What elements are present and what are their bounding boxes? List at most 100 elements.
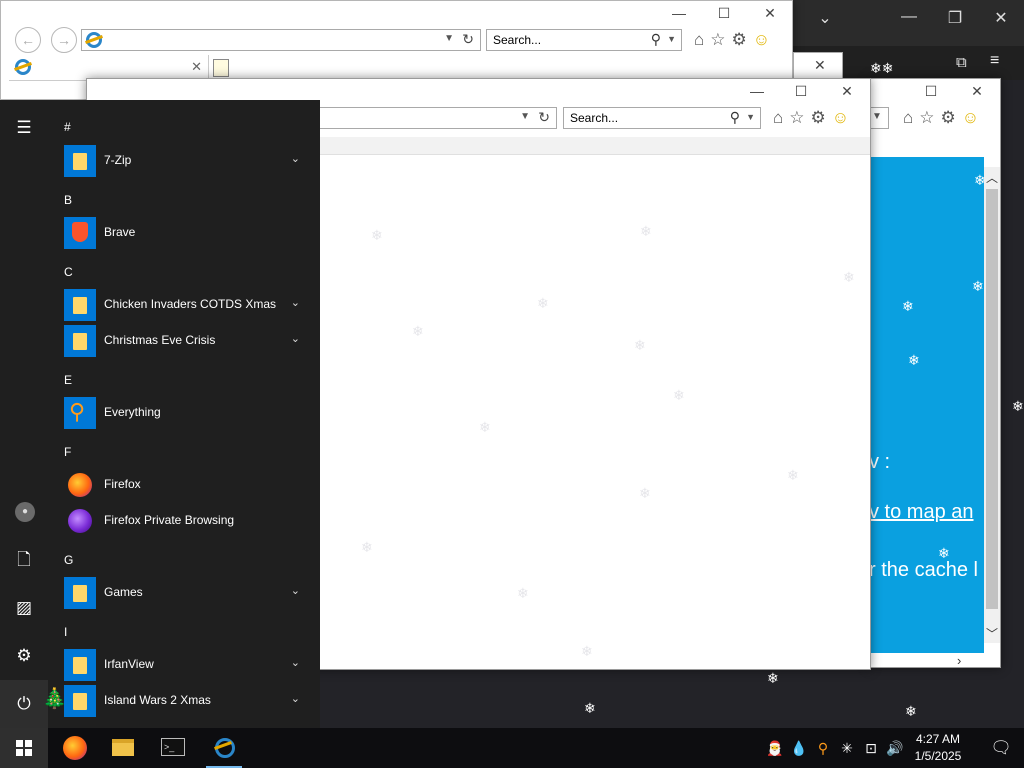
new-tab-button[interactable] — [213, 59, 229, 77]
tray-app-icon[interactable]: 🎅 — [764, 728, 786, 768]
firefox-icon — [63, 736, 87, 760]
app-item-chicken-invaders[interactable]: Chicken Invaders COTDS Xmas ⌄ — [62, 287, 310, 323]
page-link[interactable]: v to map an — [869, 501, 974, 524]
back-button[interactable]: ← — [15, 27, 41, 53]
group-header[interactable]: I — [64, 625, 67, 639]
maximize-button[interactable]: ☐ — [712, 5, 736, 22]
app-item-brave[interactable]: Brave — [62, 215, 310, 251]
minimize-button[interactable]: — — [894, 8, 924, 26]
chevron-down-icon[interactable]: ⌄ — [291, 584, 300, 597]
address-bar[interactable]: ▼ ↻ — [81, 29, 481, 51]
app-item-christmas-eve-crisis[interactable]: Christmas Eve Crisis ⌄ — [62, 323, 310, 359]
vertical-scrollbar[interactable]: ︿ ﹀ — [984, 167, 1000, 643]
taskbar-file-explorer[interactable] — [100, 728, 148, 768]
taskbar-internet-explorer[interactable] — [200, 728, 248, 768]
hamburger-icon[interactable]: ≡ — [990, 52, 999, 70]
internet-explorer-icon — [86, 32, 102, 48]
favorites-star-icon[interactable]: ☆ — [789, 108, 804, 128]
refresh-icon[interactable]: ↻ — [462, 31, 474, 48]
app-item-games[interactable]: Games ⌄ — [62, 575, 310, 611]
group-header[interactable]: C — [64, 265, 73, 279]
chevron-down-icon[interactable]: ⌄ — [291, 656, 300, 669]
user-account-button[interactable]: ● — [0, 488, 48, 536]
background-window-strip: ✕ — [793, 52, 843, 80]
app-item-island-wars[interactable]: Island Wars 2 Xmas ⌄ — [62, 683, 310, 719]
settings-button[interactable]: ⚙ — [0, 632, 48, 680]
forward-button[interactable]: → — [51, 27, 77, 53]
power-button[interactable]: ⏻ — [0, 680, 48, 728]
group-header[interactable]: G — [64, 553, 73, 567]
close-tab-icon[interactable]: ✕ — [191, 59, 202, 75]
action-center-icon[interactable]: 🗨 — [978, 728, 1024, 768]
maximize-button[interactable]: ❐ — [940, 8, 970, 28]
power-icon: ⏻ — [17, 694, 31, 713]
search-box[interactable]: Search... ⚲ ▼ — [563, 107, 761, 129]
chevron-down-icon[interactable]: ⌄ — [810, 8, 840, 28]
feedback-smiley-icon[interactable]: ☺ — [753, 30, 770, 50]
refresh-icon[interactable]: ↻ — [538, 109, 550, 126]
chevron-down-icon[interactable]: ▼ — [872, 111, 882, 122]
close-button[interactable]: ✕ — [986, 8, 1016, 28]
app-item-irfanview[interactable]: IrfanView ⌄ — [62, 647, 310, 683]
scroll-up-icon[interactable]: ︿ — [984, 169, 1000, 186]
clock[interactable]: 4:27 AM 1/5/2025 — [906, 731, 970, 765]
settings-gear-icon[interactable]: ⚙ — [941, 108, 956, 128]
tray-droplet-icon[interactable]: 💧 — [788, 728, 810, 768]
feedback-smiley-icon[interactable]: ☺ — [832, 108, 849, 128]
minimize-button[interactable]: — — [667, 5, 691, 21]
taskbar-firefox[interactable] — [50, 728, 98, 768]
start-button[interactable] — [0, 728, 48, 768]
home-icon[interactable]: ⌂ — [773, 108, 783, 128]
address-bar[interactable]: ▼ ↻ — [287, 107, 557, 129]
group-header[interactable]: B — [64, 193, 72, 207]
app-item-firefox-private[interactable]: Firefox Private Browsing — [62, 503, 310, 539]
maximize-button[interactable]: ☐ — [789, 83, 813, 100]
everything-search-icon[interactable]: ⚲ — [812, 728, 834, 768]
volume-icon[interactable]: 🔊 — [884, 728, 906, 768]
chevron-down-icon[interactable]: ⌄ — [291, 296, 300, 309]
chevron-down-icon[interactable]: ▼ — [667, 34, 676, 44]
app-item-firefox[interactable]: Firefox — [62, 467, 310, 503]
group-header[interactable]: E — [64, 373, 72, 387]
chevron-down-icon[interactable]: ▼ — [444, 33, 454, 44]
app-item-7zip[interactable]: 7-Zip ⌄ — [62, 143, 310, 179]
minimize-button[interactable]: — — [745, 83, 769, 99]
network-icon[interactable]: ⊡ — [860, 728, 882, 768]
documents-button[interactable]: 🗋 — [0, 536, 48, 584]
home-icon[interactable]: ⌂ — [694, 30, 704, 50]
close-button[interactable]: ✕ — [814, 57, 826, 74]
maximize-button[interactable]: ☐ — [919, 83, 943, 100]
expand-menu-button[interactable]: ☰ — [0, 104, 48, 152]
chevron-down-icon[interactable]: ⌄ — [291, 692, 300, 705]
pictures-button[interactable]: ▨ — [0, 584, 48, 632]
settings-gear-icon[interactable]: ⚙ — [732, 30, 747, 50]
group-header[interactable]: F — [64, 445, 71, 459]
close-button[interactable]: ✕ — [835, 83, 859, 100]
app-item-everything[interactable]: ⚲ Everything — [62, 395, 310, 431]
favorites-star-icon[interactable]: ☆ — [710, 30, 725, 50]
search-icon[interactable]: ⚲ — [651, 31, 661, 48]
search-icon[interactable]: ⚲ — [730, 109, 740, 126]
user-avatar-icon: ● — [15, 502, 35, 522]
chevron-down-icon[interactable]: ▼ — [746, 112, 755, 122]
snowflake-icon: ❄ — [371, 227, 383, 243]
group-header[interactable]: # — [64, 120, 71, 134]
chevron-down-icon[interactable]: ▼ — [520, 111, 530, 122]
scroll-down-icon[interactable]: ﹀ — [984, 625, 1000, 642]
favorites-star-icon[interactable]: ☆ — [919, 108, 934, 128]
search-box[interactable]: Search... ⚲ ▼ — [486, 29, 682, 51]
scroll-thumb[interactable] — [986, 189, 998, 609]
close-button[interactable]: ✕ — [965, 83, 989, 100]
internet-explorer-icon — [215, 738, 235, 758]
scroll-right-icon[interactable]: › — [957, 653, 961, 667]
address-bar[interactable]: ▼ — [869, 107, 889, 129]
tray-snowflake-icon[interactable]: ✳ — [836, 728, 858, 768]
home-icon[interactable]: ⌂ — [903, 108, 913, 128]
chevron-down-icon[interactable]: ⌄ — [291, 152, 300, 165]
taskbar-command-prompt[interactable]: >_ — [150, 728, 198, 768]
puzzle-icon[interactable]: ⧉ — [956, 54, 967, 71]
feedback-smiley-icon[interactable]: ☺ — [962, 108, 979, 128]
chevron-down-icon[interactable]: ⌄ — [291, 332, 300, 345]
settings-gear-icon[interactable]: ⚙ — [811, 108, 826, 128]
close-button[interactable]: ✕ — [758, 5, 782, 22]
